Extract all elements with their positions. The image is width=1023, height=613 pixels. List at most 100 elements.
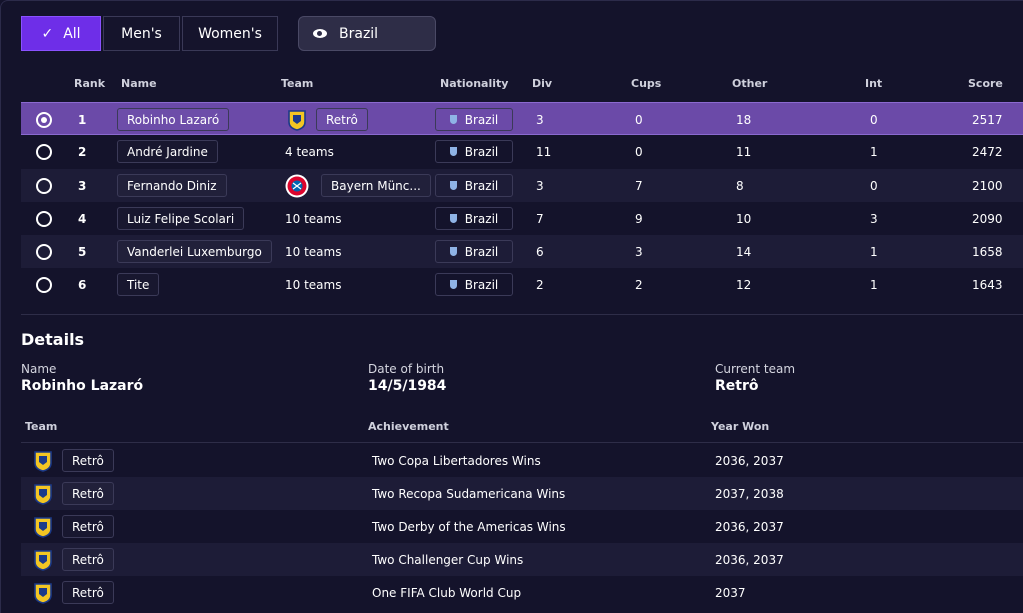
int-value: 1 — [870, 144, 878, 159]
flag-icon — [449, 280, 457, 289]
manager-name-chip[interactable]: Robinho Lazaró — [117, 108, 230, 131]
nationality-chip[interactable]: Brazil — [435, 207, 513, 230]
team-chip[interactable]: Retrô — [62, 482, 114, 505]
retro-crest-icon — [34, 450, 52, 472]
int-value: 0 — [870, 112, 878, 127]
section-divider — [21, 314, 1023, 315]
div-value: 7 — [536, 211, 544, 226]
col-team[interactable]: Team — [281, 77, 313, 90]
rank: 5 — [78, 244, 87, 259]
team-chip[interactable]: Retrô — [62, 449, 114, 472]
row-radio[interactable] — [36, 210, 52, 227]
details-dob-value: 14/5/1984 — [368, 378, 447, 394]
achievement-text: Two Copa Libertadores Wins — [372, 453, 541, 468]
achievement-text: Two Challenger Cup Wins — [372, 552, 524, 567]
manager-name-chip[interactable]: Luiz Felipe Scolari — [117, 207, 245, 230]
col-int[interactable]: Int — [865, 77, 882, 90]
team-text[interactable]: 4 teams — [285, 135, 334, 168]
filter-all-button[interactable]: ✓ All — [21, 16, 101, 51]
col-name[interactable]: Name — [121, 77, 157, 90]
nationality-label: Brazil — [464, 244, 499, 259]
team-chip[interactable]: Retrô — [62, 515, 114, 538]
details-name-value: Robinho Lazaró — [21, 378, 144, 394]
team-text[interactable]: 10 teams — [285, 202, 341, 235]
cups-value: 3 — [635, 244, 643, 259]
achievement-text: Two Recopa Sudamericana Wins — [372, 486, 566, 501]
team-text[interactable]: 10 teams — [285, 235, 341, 268]
rank: 1 — [78, 112, 87, 127]
nationality-filter-label: Brazil — [339, 25, 379, 42]
achievement-row: Retrô Two Derby of the Americas Wins 203… — [21, 510, 1023, 543]
manager-name-chip[interactable]: Fernando Diniz — [117, 174, 227, 197]
cups-value: 0 — [635, 144, 643, 159]
retro-crest-icon — [34, 516, 52, 538]
table-row[interactable]: 5 Vanderlei Luxemburgo 10 teams Brazil 6… — [21, 235, 1023, 268]
details-dob-label: Date of birth — [368, 362, 445, 376]
row-radio[interactable] — [36, 143, 52, 160]
achievement-row: Retrô Two Copa Libertadores Wins 2036, 2… — [21, 444, 1023, 477]
row-radio[interactable] — [36, 243, 52, 260]
team-chip[interactable]: Retrô — [316, 108, 368, 131]
other-value: 10 — [736, 211, 752, 226]
div-value: 3 — [536, 178, 544, 193]
div-value: 6 — [536, 244, 544, 259]
table-row[interactable]: 3 Fernando Diniz Bayern Münc... Brazil 3… — [21, 169, 1023, 202]
int-value: 3 — [870, 211, 878, 226]
col-score[interactable]: Score — [968, 77, 1003, 90]
col-rank[interactable]: Rank — [74, 77, 105, 90]
details-team-value: Retrô — [715, 378, 759, 394]
nationality-chip[interactable]: Brazil — [435, 108, 513, 131]
nationality-label: Brazil — [464, 277, 499, 292]
col-cups[interactable]: Cups — [631, 77, 661, 90]
retro-crest-icon — [288, 109, 306, 131]
table-row[interactable]: 2 André Jardine 4 teams Brazil 11 0 11 1… — [21, 135, 1023, 168]
team-chip[interactable]: Retrô — [62, 548, 114, 571]
row-radio[interactable] — [36, 111, 52, 128]
int-value: 0 — [870, 178, 878, 193]
nationality-chip[interactable]: Brazil — [435, 140, 513, 163]
details-title: Details — [21, 330, 85, 349]
bayern-crest-icon — [285, 174, 309, 197]
div-value: 2 — [536, 277, 544, 292]
rank: 3 — [78, 178, 87, 193]
int-value: 1 — [870, 244, 878, 259]
row-radio[interactable] — [36, 177, 52, 194]
col-nationality[interactable]: Nationality — [440, 77, 508, 90]
year-text: 2036, 2037 — [715, 519, 784, 534]
year-text: 2037, 2038 — [715, 486, 784, 501]
score-value: 1658 — [972, 244, 1003, 259]
col-other[interactable]: Other — [732, 77, 767, 90]
int-value: 1 — [870, 277, 878, 292]
nationality-chip[interactable]: Brazil — [435, 273, 513, 296]
table-row[interactable]: 4 Luiz Felipe Scolari 10 teams Brazil 7 … — [21, 202, 1023, 235]
achievement-text: Two Derby of the Americas Wins — [372, 519, 566, 534]
filter-mens-button[interactable]: Men's — [103, 16, 180, 51]
nationality-chip[interactable]: Brazil — [435, 240, 513, 263]
achievement-row: Retrô One FIFA Club World Cup 2037 — [21, 576, 1023, 609]
flag-icon — [449, 147, 457, 156]
manager-name-chip[interactable]: André Jardine — [117, 140, 218, 163]
manager-name-chip[interactable]: Tite — [117, 273, 160, 296]
nationality-filter-button[interactable]: Brazil — [298, 16, 436, 51]
nationality-chip[interactable]: Brazil — [435, 174, 513, 197]
row-radio[interactable] — [36, 276, 52, 293]
rank: 6 — [78, 277, 87, 292]
team-chip[interactable]: Bayern Münc... — [321, 174, 431, 197]
div-value: 3 — [536, 112, 544, 127]
retro-crest-icon — [34, 549, 52, 571]
eye-icon — [313, 29, 327, 38]
table-row[interactable]: 6 Tite 10 teams Brazil 2 2 12 1 1643 — [21, 268, 1023, 301]
achievement-text: One FIFA Club World Cup — [372, 585, 522, 600]
team-text[interactable]: 10 teams — [285, 268, 341, 301]
other-value: 8 — [736, 178, 744, 193]
team-chip[interactable]: Retrô — [62, 581, 114, 604]
filter-womens-button[interactable]: Women's — [182, 16, 278, 51]
div-value: 11 — [536, 144, 552, 159]
manager-name-chip[interactable]: Vanderlei Luxemburgo — [117, 240, 272, 263]
table-row[interactable]: 1 Robinho Lazaró Retrô Brazil 3 0 18 0 2… — [21, 102, 1023, 135]
nationality-label: Brazil — [464, 211, 499, 226]
filter-all-label: All — [63, 25, 81, 42]
table-header: Rank Name Team Nationality Div Cups Othe… — [21, 75, 1023, 93]
score-value: 2472 — [972, 144, 1003, 159]
col-div[interactable]: Div — [532, 77, 552, 90]
